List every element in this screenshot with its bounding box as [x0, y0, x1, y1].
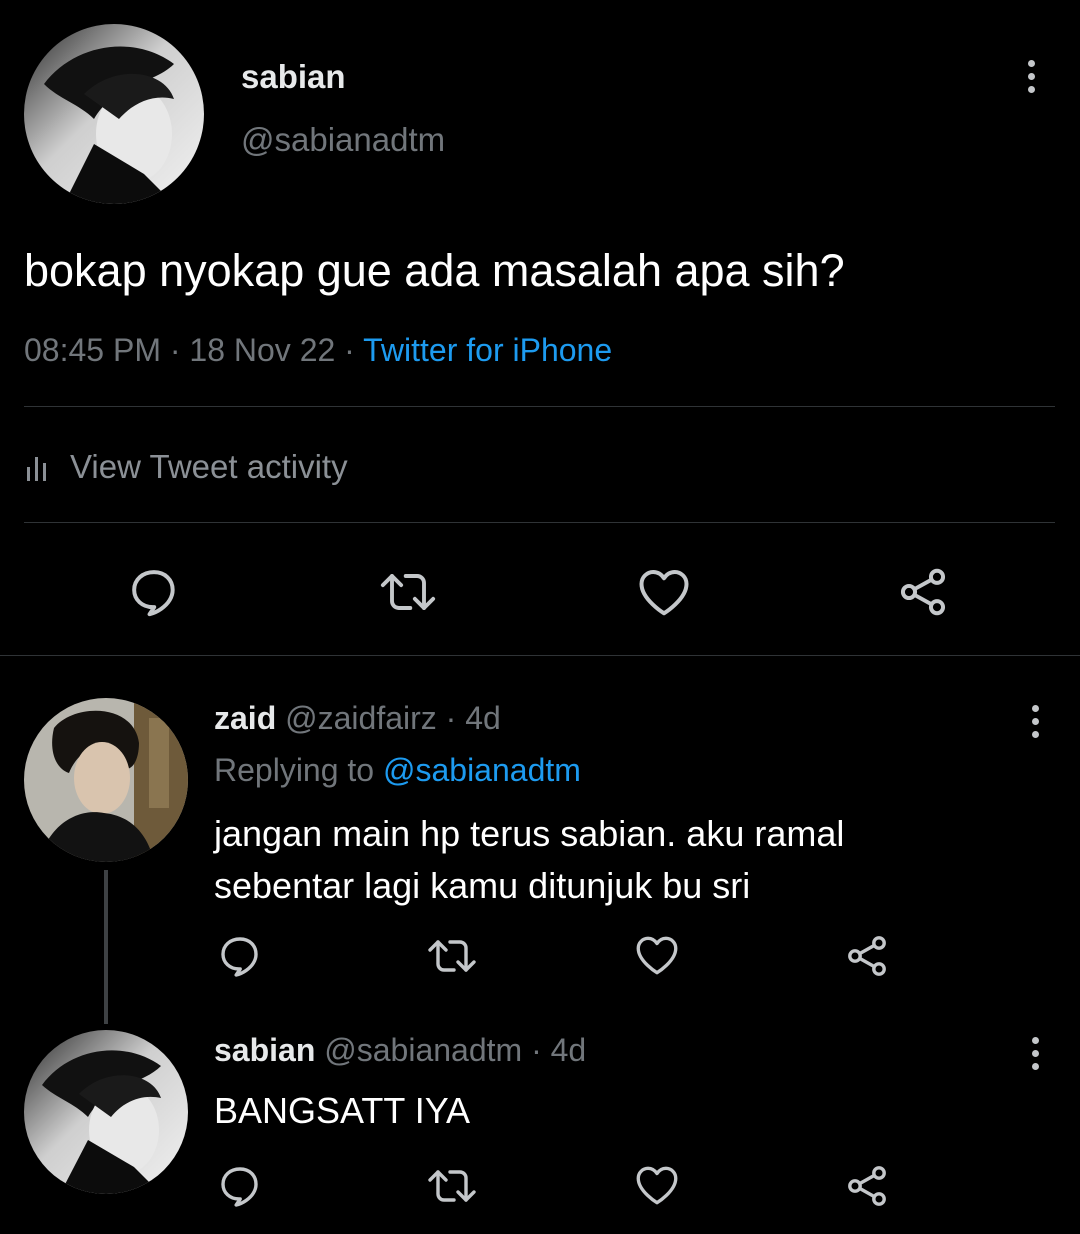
author-handle[interactable]: @sabianadtm [241, 121, 445, 159]
heart-icon[interactable] [632, 1160, 682, 1210]
meta-separator: · [531, 1032, 542, 1068]
reply-text: jangan main hp terus sabian. aku ramal s… [214, 808, 844, 912]
reply-timestamp: 4d [465, 700, 501, 736]
more-options-button[interactable] [1025, 60, 1037, 93]
replying-to-label: Replying to [214, 752, 375, 788]
reply-header: sabian @sabianadtm · 4d [214, 1032, 586, 1069]
reply-author-name[interactable]: sabian [214, 1032, 315, 1068]
reply-text-line: sebentar lagi kamu ditunjuk bu sri [214, 865, 751, 906]
section-divider [0, 655, 1080, 656]
meta-separator: · [169, 332, 181, 368]
avatar-zaid[interactable] [24, 698, 188, 862]
more-vertical-icon [1031, 1037, 1039, 1044]
retweet-icon[interactable] [376, 564, 440, 620]
divider [24, 522, 1055, 523]
divider [24, 406, 1055, 407]
reply-icon[interactable] [216, 932, 264, 980]
share-icon[interactable] [843, 1162, 891, 1210]
more-options-button[interactable] [1029, 705, 1041, 738]
meta-separator: · [344, 332, 355, 368]
share-icon[interactable] [843, 932, 891, 980]
reply-author-name[interactable]: zaid [214, 700, 276, 736]
tweet-action-bar [0, 560, 1080, 624]
tweet-text: bokap nyokap gue ada masalah apa sih? [24, 245, 845, 296]
more-vertical-icon [1027, 60, 1035, 67]
avatar-sabian[interactable] [24, 24, 204, 204]
reply-author-handle[interactable]: @zaidfairz [285, 700, 437, 736]
view-tweet-activity-button[interactable]: View Tweet activity [24, 444, 348, 490]
reply-text-line: jangan main hp terus sabian. aku ramal [214, 813, 845, 854]
reply-author-handle[interactable]: @sabianadtm [324, 1032, 522, 1068]
tweet-time: 08:45 PM [24, 332, 161, 368]
reply-header: zaid @zaidfairz · 4d [214, 700, 501, 737]
meta-separator: · [445, 700, 457, 736]
share-icon[interactable] [895, 564, 951, 620]
tweet-source-link[interactable]: Twitter for iPhone [363, 332, 612, 368]
more-options-button[interactable] [1029, 1037, 1041, 1070]
more-vertical-icon [1031, 705, 1039, 712]
retweet-icon[interactable] [424, 932, 480, 980]
bar-chart-icon [27, 457, 46, 481]
tweet-meta: 08:45 PM · 18 Nov 22 · Twitter for iPhon… [24, 332, 612, 369]
reply-text: BANGSATT IYA [214, 1090, 471, 1131]
replying-to: Replying to @sabianadtm [214, 752, 581, 789]
view-tweet-activity-label: View Tweet activity [70, 448, 348, 485]
reply-icon[interactable] [126, 564, 182, 620]
tweet-date: 18 Nov 22 [189, 332, 336, 368]
reply-icon[interactable] [216, 1162, 264, 1210]
replying-to-handle[interactable]: @sabianadtm [383, 752, 581, 788]
reply-action-bar [0, 1160, 1080, 1210]
reply-action-bar [0, 930, 1080, 980]
retweet-icon[interactable] [424, 1162, 480, 1210]
reply-timestamp: 4d [550, 1032, 587, 1068]
heart-icon[interactable] [632, 930, 682, 980]
author-name[interactable]: sabian [241, 58, 346, 96]
heart-icon[interactable] [634, 562, 694, 622]
